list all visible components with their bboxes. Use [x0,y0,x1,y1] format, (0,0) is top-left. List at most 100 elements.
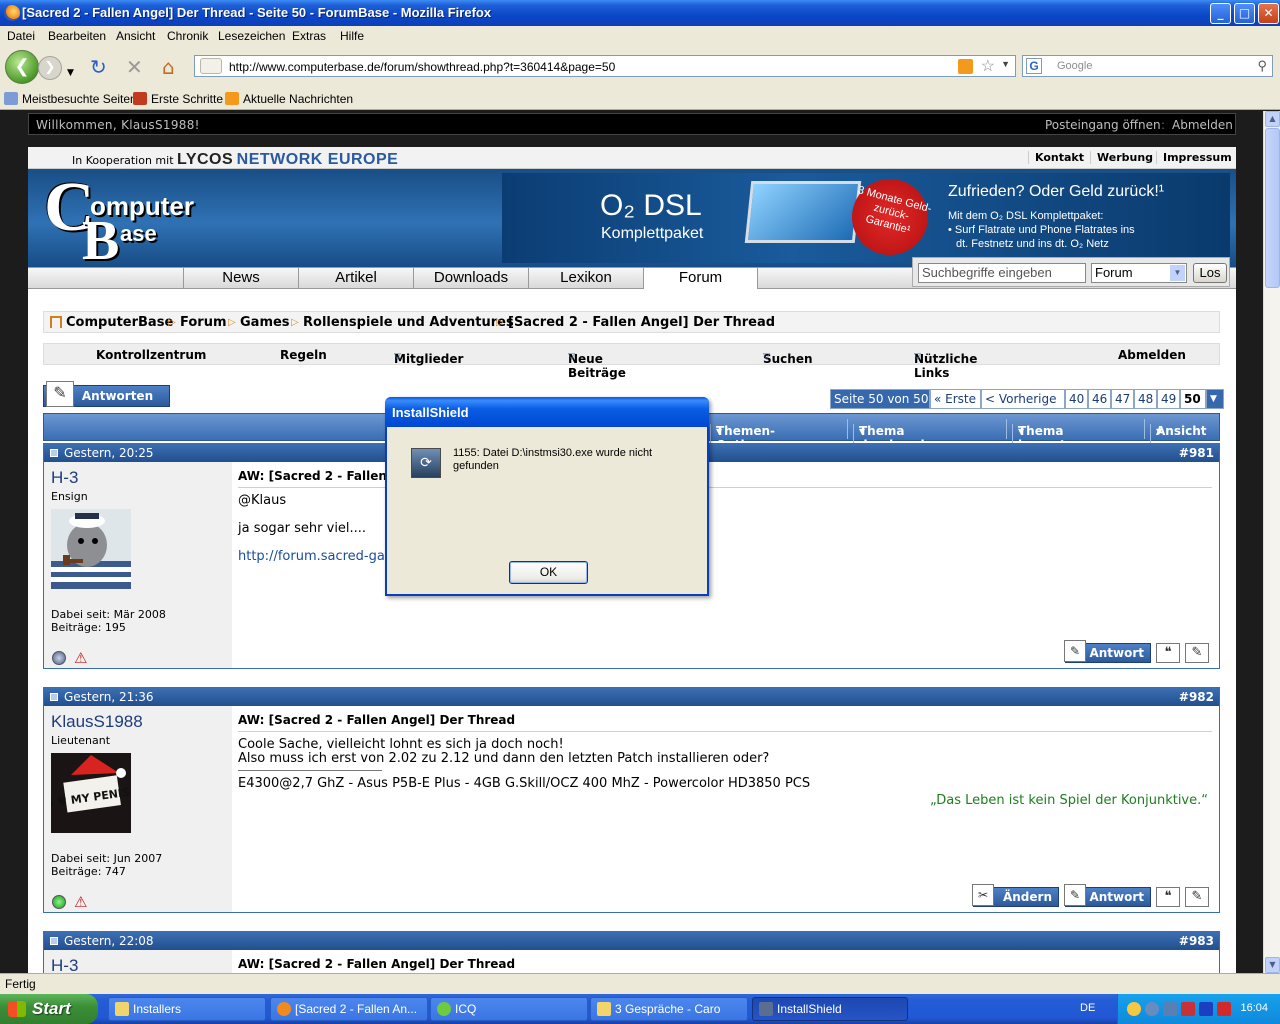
breadcrumb-forum[interactable]: Forum [180,315,227,330]
page-link[interactable]: 47 [1111,389,1134,409]
page-link[interactable]: 46 [1088,389,1111,409]
url-text[interactable]: http://www.computerbase.de/forum/showthr… [229,60,615,74]
start-button[interactable]: Start [0,994,98,1024]
page-jump-dropdown-icon[interactable]: ▼ [1206,389,1224,409]
minimize-button[interactable]: _ [1210,3,1231,24]
computerbase-logo[interactable]: C omputer B ase [44,173,194,273]
nav-artikel[interactable]: Artikel [298,268,413,289]
edit-post-button[interactable]: ✂ Ändern [972,884,1059,907]
bookmark-erste-schritte[interactable]: Erste Schritte [133,92,223,106]
report-icon[interactable]: ⚠ [74,893,87,911]
ctrl-kontrollzentrum[interactable]: Kontrollzentrum [96,348,206,362]
task-icq[interactable]: ICQ [430,997,588,1021]
media-tray-icon[interactable] [1199,1002,1213,1016]
close-button[interactable]: ✕ [1258,3,1279,24]
reply-thread-button[interactable]: ✎ Antworten [43,381,170,407]
post-number[interactable]: #982 [1179,690,1214,704]
task-installshield[interactable]: InstallShield [752,997,908,1021]
werbung-link[interactable]: Werbung [1090,151,1153,164]
menu-ansicht[interactable]: Ansicht [116,29,155,43]
maximize-button[interactable]: □ [1234,3,1255,24]
menu-extras[interactable]: Extras [292,29,326,43]
bookmark-aktuelle-nachrichten[interactable]: Aktuelle Nachrichten [225,92,353,106]
kontakt-link[interactable]: Kontakt [1028,151,1084,164]
back-button[interactable]: ❮ [5,50,39,84]
bookmark-meistbesuchte[interactable]: Meistbesuchte Seiten [4,92,137,106]
menu-chronik[interactable]: Chronik [167,29,208,43]
window-titlebar[interactable]: [Sacred 2 - Fallen Angel] Der Thread - S… [0,0,1280,26]
inbox-link[interactable]: Posteingang öffnen [1045,118,1161,132]
web-search-box[interactable]: G Google ⚲ [1022,55,1273,77]
address-bar[interactable]: http://www.computerbase.de/forum/showthr… [194,55,1016,77]
task-icq-chat[interactable]: 3 Gespräche - Caro [590,997,748,1021]
menu-datei[interactable]: Datei [7,29,35,43]
multiquote-button[interactable]: ✎ [1185,643,1209,663]
dialog-title[interactable]: InstallShield [385,397,709,427]
ok-button[interactable]: OK [509,561,588,584]
network-tray-icon[interactable] [1145,1002,1159,1016]
volume-tray-icon[interactable] [1163,1002,1177,1016]
clock[interactable]: 16:04 [1240,1002,1268,1014]
url-dropdown-icon[interactable]: ▼ [1001,59,1010,69]
nav-news[interactable]: News [183,268,298,289]
google-engine-icon[interactable]: G [1026,58,1042,74]
ctrl-abmelden[interactable]: Abmelden [1118,348,1186,362]
home-icon[interactable]: ⌂ [162,56,175,78]
o2-dsl-banner[interactable]: O₂ DSL Komplettpaket 3 Monate Geld-zurüc… [502,173,1230,263]
breadcrumb-rollenspiele[interactable]: Rollenspiele und Adventures [303,315,514,330]
menu-bearbeiten[interactable]: Bearbeiten [48,29,106,43]
task-firefox[interactable]: [Sacred 2 - Fallen An... [270,997,428,1021]
thread-rate-menu[interactable]: Thema bewerten ▾ [1006,419,1082,452]
site-identity-icon[interactable] [200,58,222,74]
stop-icon[interactable]: ✕ [126,56,143,78]
reply-post-button[interactable]: ✎ Antwort [1064,640,1151,663]
avatar[interactable] [51,509,131,589]
impressum-link[interactable]: Impressum [1156,151,1232,164]
reload-icon[interactable]: ↻ [90,56,107,78]
task-installers[interactable]: Installers [108,997,266,1021]
post-username[interactable]: H-3 [51,468,78,488]
search-scope-select[interactable]: Forum ▼ [1091,263,1187,283]
site-search-input[interactable]: Suchbegriffe eingeben [918,263,1086,283]
search-placeholder[interactable]: Google [1057,60,1092,72]
post-username[interactable]: H-3 [51,956,78,973]
menu-hilfe[interactable]: Hilfe [340,29,364,43]
quote-button[interactable]: ❝ [1156,643,1180,663]
thread-view-menu[interactable]: Ansicht ▾ [1144,419,1206,444]
menu-lesezeichen[interactable]: Lesezeichen [218,29,285,43]
page-prev[interactable]: < Vorherige [981,389,1065,409]
bookmark-star-icon[interactable]: ☆ [981,56,995,76]
ctrl-regeln[interactable]: Regeln [280,348,327,362]
page-first[interactable]: « Erste [930,389,981,409]
reply-post-button[interactable]: ✎ Antwort [1064,884,1151,907]
update-tray-icon[interactable] [1217,1002,1231,1016]
avatar[interactable]: I ♥ MY PENIS [51,753,131,833]
quote-button[interactable]: ❝ [1156,887,1180,907]
vertical-scrollbar[interactable]: ▲ ▼ [1263,111,1280,973]
page-link[interactable]: 49 [1157,389,1180,409]
home-icon[interactable] [50,316,62,328]
nav-downloads[interactable]: Downloads [413,268,528,289]
post-number[interactable]: #983 [1179,934,1214,948]
page-link[interactable]: 40 [1065,389,1088,409]
breadcrumb-computerbase[interactable]: ComputerBase [66,315,173,330]
antivirus-tray-icon[interactable] [1181,1002,1195,1016]
scroll-up-icon[interactable]: ▲ [1265,111,1280,127]
messenger-tray-icon[interactable] [1127,1002,1141,1016]
post-number[interactable]: #981 [1179,446,1214,460]
site-search-button[interactable]: Los [1193,263,1227,283]
multiquote-button[interactable]: ✎ [1185,887,1209,907]
search-icon[interactable]: ⚲ [1257,58,1267,74]
forward-button[interactable]: ❯ [38,56,62,80]
language-indicator[interactable]: DE [1080,1002,1095,1014]
history-dropdown-icon[interactable]: ▼ [67,62,74,84]
breadcrumb-games[interactable]: Games [240,315,290,330]
logout-link[interactable]: Abmelden [1172,118,1233,132]
report-icon[interactable]: ⚠ [74,649,87,667]
scroll-down-icon[interactable]: ▼ [1265,957,1280,973]
nav-forum[interactable]: Forum [643,268,758,289]
network-europe-logo[interactable]: NETWORK EUROPE [237,151,399,168]
rss-feed-icon[interactable] [958,59,973,74]
lycos-logo[interactable]: LYCOS [177,151,233,168]
thread-search-menu[interactable]: Thema durchsuchen ▾ [847,419,946,452]
